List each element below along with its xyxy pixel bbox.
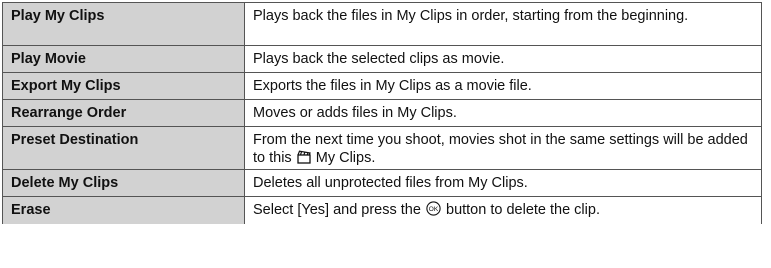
function-table: Play My Clips Plays back the files in My… — [2, 2, 762, 224]
row-description: Plays back the files in My Clips in orde… — [244, 2, 762, 46]
table-row: Preset Destination From the next time yo… — [2, 126, 762, 170]
table-row: Export My Clips Exports the files in My … — [2, 72, 762, 100]
row-description: Exports the files in My Clips as a movie… — [244, 72, 762, 100]
clapperboard-icon — [297, 150, 311, 169]
row-description: Deletes all unprotected files from My Cl… — [244, 169, 762, 197]
row-description: From the next time you shoot, movies sho… — [244, 126, 762, 170]
row-description: Plays back the selected clips as movie. — [244, 45, 762, 73]
table-row: Delete My Clips Deletes all unprotected … — [2, 169, 762, 197]
row-description-end: button to delete the clip. — [446, 202, 600, 218]
row-description: Moves or adds files in My Clips. — [244, 99, 762, 127]
row-name: Preset Destination — [2, 126, 245, 170]
row-name: Export My Clips — [2, 72, 245, 100]
row-description: Select [Yes] and press the OK button to … — [244, 196, 762, 224]
table-row: Play Movie Plays back the selected clips… — [2, 45, 762, 73]
row-name: Play My Clips — [2, 2, 245, 46]
ok-button-icon: OK — [426, 201, 441, 221]
table-row: Rearrange Order Moves or adds files in M… — [2, 99, 762, 127]
row-name: Delete My Clips — [2, 169, 245, 197]
row-name: Play Movie — [2, 45, 245, 73]
table-row: Erase Select [Yes] and press the OK butt… — [2, 196, 762, 224]
row-description-end: My Clips. — [315, 150, 376, 166]
row-name: Rearrange Order — [2, 99, 245, 127]
svg-text:OK: OK — [429, 206, 439, 213]
row-description-start: Select [Yes] and press the — [253, 202, 421, 218]
table-row: Play My Clips Plays back the files in My… — [2, 2, 762, 46]
row-name: Erase — [2, 196, 245, 224]
